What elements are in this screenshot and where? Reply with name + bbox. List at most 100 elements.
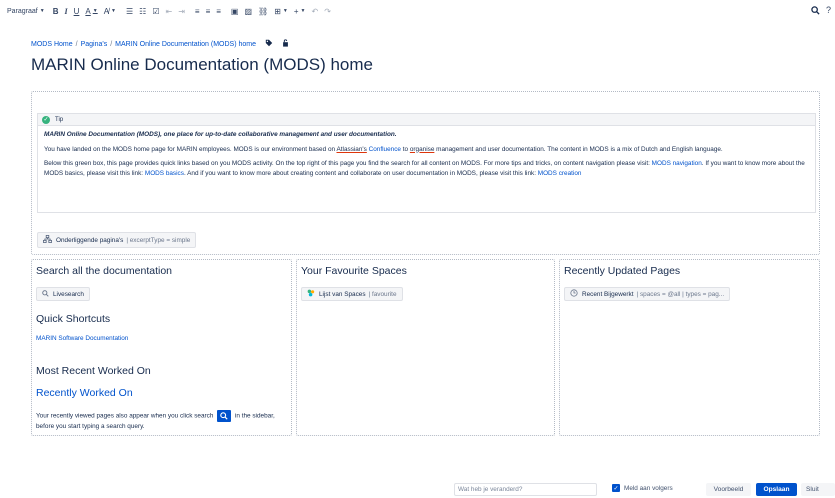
most-recent-heading: Most Recent Worked On bbox=[36, 365, 151, 377]
livesearch-macro[interactable]: Livesearch bbox=[36, 287, 90, 301]
breadcrumb-item-current[interactable]: MARIN Online Documentation (MODS) home bbox=[115, 41, 256, 48]
notify-watchers-checkbox[interactable]: ✓ Meld aan volgers bbox=[612, 484, 673, 492]
chevron-down-icon: ▼ bbox=[92, 8, 98, 14]
align-center-button[interactable]: ≡ bbox=[204, 4, 213, 18]
mods-navigation-link[interactable]: MODS navigation bbox=[652, 160, 702, 167]
close-button[interactable]: Sluit bbox=[801, 483, 835, 496]
more-formatting-dropdown[interactable]: A̸ ▼ bbox=[102, 4, 118, 18]
redo-button[interactable]: ↷ bbox=[322, 4, 333, 18]
outdent-button[interactable]: ⇤ bbox=[164, 4, 175, 18]
layout-column-1[interactable]: Search all the documentation Livesearch … bbox=[31, 259, 292, 436]
undo-icon: ↶ bbox=[311, 6, 319, 16]
text-color-dropdown[interactable]: A ▼ bbox=[83, 4, 99, 18]
redo-icon: ↷ bbox=[324, 6, 331, 16]
mods-creation-link[interactable]: MODS creation bbox=[538, 170, 582, 177]
checkbox-checked-icon: ✓ bbox=[612, 484, 620, 492]
checkbox-icon: ☑ bbox=[152, 6, 160, 16]
insert-table-dropdown[interactable]: ⊞ ▼ bbox=[272, 4, 290, 18]
save-button[interactable]: Opslaan bbox=[756, 483, 797, 496]
help-button[interactable]: ? bbox=[824, 3, 833, 17]
chevron-down-icon: ▼ bbox=[300, 8, 306, 14]
children-macro-params: | excerptType = simple bbox=[126, 236, 191, 244]
tip-paragraph-1: You have landed on the MODS home page fo… bbox=[44, 145, 723, 153]
italic-button[interactable]: I bbox=[62, 4, 69, 18]
page-layout-button[interactable]: ▣ bbox=[229, 4, 241, 18]
clear-format-icon: A̸ bbox=[103, 6, 110, 16]
quick-shortcuts-heading: Quick Shortcuts bbox=[36, 313, 111, 325]
preview-button[interactable]: Voorbeeld bbox=[706, 483, 751, 496]
underline-button[interactable]: U bbox=[72, 4, 82, 18]
find-replace-button[interactable] bbox=[809, 3, 822, 17]
spaces-icon bbox=[307, 289, 315, 299]
tip-panel-title: Tip bbox=[55, 116, 64, 123]
tip-paragraph-2: Below this green box, this page provides… bbox=[44, 160, 805, 177]
editor-toolbar: Paragraaf ▼ B I U A ▼ A̸ ▼ ☰ ☷ ☑ ⇤ ⇥ ≡ ≡ ≡ … bbox=[0, 0, 835, 22]
recent-pages-note: Your recently viewed pages also appear w… bbox=[36, 410, 288, 431]
tip-panel[interactable]: ✓ Tip MARIN Online Documentation (MODS),… bbox=[37, 113, 816, 213]
breadcrumb-item-pages[interactable]: Pagina's bbox=[81, 41, 108, 48]
page-title[interactable]: MARIN Online Documentation (MODS) home bbox=[31, 55, 373, 75]
numbered-list-button[interactable]: ☷ bbox=[137, 4, 148, 18]
version-comment-input[interactable] bbox=[454, 483, 597, 496]
breadcrumb-separator: / bbox=[110, 40, 113, 48]
bullet-list-button[interactable]: ☰ bbox=[124, 4, 135, 18]
recent-macro-params: | spaces = @all | types = pag... bbox=[636, 290, 725, 298]
spaces-macro-name: Lijst van Spaces bbox=[319, 290, 366, 298]
label-tag-icon[interactable] bbox=[265, 39, 273, 49]
align-left-button[interactable]: ≡ bbox=[193, 4, 202, 18]
paragraph-style-dropdown[interactable]: Paragraaf ▼ bbox=[5, 4, 47, 18]
layout-icon: ▣ bbox=[230, 6, 239, 16]
organise-text: organise bbox=[409, 145, 435, 153]
search-icon bbox=[811, 5, 820, 15]
spaces-list-macro[interactable]: Lijst van Spaces | favourite bbox=[301, 287, 403, 301]
breadcrumb: MODS Home / Pagina's / MARIN Online Docu… bbox=[31, 39, 289, 49]
tip-lead-text: MARIN Online Documentation (MODS), one p… bbox=[44, 131, 397, 138]
insert-image-button[interactable]: ▨ bbox=[242, 4, 254, 18]
breadcrumb-separator: / bbox=[75, 40, 78, 48]
search-button-icon bbox=[217, 410, 232, 422]
insert-more-dropdown[interactable]: + ▼ bbox=[292, 4, 308, 18]
undo-button[interactable]: ↶ bbox=[309, 4, 320, 18]
recently-worked-on-link[interactable]: Recently Worked On bbox=[36, 387, 133, 399]
bold-button[interactable]: B bbox=[51, 4, 61, 18]
chevron-down-icon: ▼ bbox=[111, 8, 116, 14]
clock-icon bbox=[570, 289, 578, 299]
indent-button[interactable]: ⇥ bbox=[176, 4, 187, 18]
breadcrumb-item-mods-home[interactable]: MODS Home bbox=[31, 41, 73, 48]
task-list-button[interactable]: ☑ bbox=[150, 4, 161, 18]
children-pages-macro[interactable]: Onderliggende pagina's | excerptType = s… bbox=[37, 232, 197, 248]
atlassian-text: Atlassian's bbox=[336, 145, 367, 153]
page-tree-icon bbox=[43, 235, 52, 245]
layout-section-top[interactable]: ✓ Tip MARIN Online Documentation (MODS),… bbox=[31, 91, 820, 255]
recently-updated-macro[interactable]: Recent Bijgewerkt | spaces = @all | type… bbox=[564, 287, 731, 301]
paragraph-style-label: Paragraaf bbox=[7, 7, 38, 15]
livesearch-label: Livesearch bbox=[53, 290, 84, 298]
indent-icon: ⇥ bbox=[178, 6, 185, 16]
layout-column-3[interactable]: Recently Updated Pages Recent Bijgewerkt… bbox=[559, 259, 820, 436]
bullet-list-icon: ☰ bbox=[125, 6, 134, 16]
numbered-list-icon: ☷ bbox=[139, 6, 147, 16]
tip-panel-body[interactable]: MARIN Online Documentation (MODS), one p… bbox=[38, 126, 815, 187]
favourite-spaces-heading: Your Favourite Spaces bbox=[301, 265, 407, 277]
recent-macro-name: Recent Bijgewerkt bbox=[582, 290, 634, 298]
chevron-down-icon: ▼ bbox=[39, 8, 45, 14]
search-icon bbox=[42, 289, 49, 299]
image-icon: ▨ bbox=[244, 6, 253, 16]
mods-basics-link[interactable]: MODS basics bbox=[145, 170, 184, 177]
text-color-icon: A bbox=[85, 6, 91, 16]
chevron-down-icon: ▼ bbox=[282, 8, 288, 14]
marin-software-documentation-link[interactable]: MARIN Software Documentation bbox=[36, 335, 128, 342]
recently-updated-heading: Recently Updated Pages bbox=[564, 265, 681, 277]
align-right-button[interactable]: ≡ bbox=[214, 4, 223, 18]
layout-column-2[interactable]: Your Favourite Spaces Lijst van Spaces |… bbox=[296, 259, 555, 436]
tip-panel-header: ✓ Tip bbox=[38, 114, 815, 126]
restrictions-lock-icon[interactable] bbox=[282, 39, 289, 49]
notify-watchers-label: Meld aan volgers bbox=[624, 484, 673, 492]
outdent-icon: ⇤ bbox=[165, 6, 173, 16]
align-center-icon: ≡ bbox=[205, 6, 211, 16]
editor-footer: ✓ Meld aan volgers Voorbeeld Opslaan Slu… bbox=[0, 480, 835, 498]
plus-icon: + bbox=[293, 6, 299, 16]
confluence-link[interactable]: Confluence bbox=[369, 146, 401, 153]
insert-link-button[interactable]: ⛓ bbox=[256, 4, 270, 18]
spaces-macro-params: | favourite bbox=[368, 290, 397, 298]
